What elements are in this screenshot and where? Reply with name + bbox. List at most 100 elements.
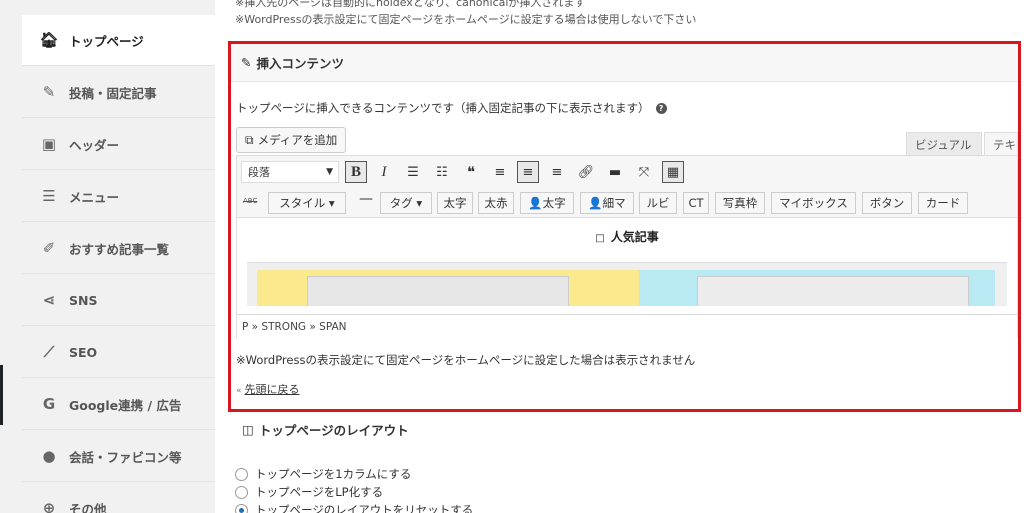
sidebar-item-conversation[interactable]: ● 会話・ファビコン等 <box>22 431 215 482</box>
editor-toolbar-primary: 段落 ▼ B I ☰ ☷ ❝ ≡ ≡ ≡ 🔗︎ ▬ ⤧ ▦ <box>237 156 1017 188</box>
insert-content-title: 挿入コンテンツ <box>256 56 344 71</box>
editor-toolbar-secondary: ABC スタイル ▾ — タグ ▾ 太字 太赤 👤太字 👤細マ ルビ CT 写真… <box>237 188 1017 218</box>
ct-button[interactable]: CT <box>683 192 709 214</box>
option-label: トップページをLP化する <box>255 485 384 499</box>
sidebar-item-top-page[interactable]: 🏠︎ トップページ <box>22 15 215 66</box>
element-path-bar: P » STRONG » SPAN <box>237 314 1017 338</box>
google-icon: G <box>42 395 56 413</box>
homepage-display-note: ※WordPressの表示設定にて固定ページをホームページに設定した場合は表示さ… <box>236 353 696 367</box>
tab-text[interactable]: テキスト <box>984 132 1018 156</box>
horizontal-rule-button[interactable]: — <box>359 191 373 207</box>
content-thumbnail-left-screen <box>307 276 569 306</box>
chart-line-icon: ⟋ <box>43 343 55 361</box>
edit-icon: ✎ <box>42 83 56 101</box>
edit-square-icon: ✐ <box>42 239 56 257</box>
settings-sidebar: 🏠︎ トップページ ✎ 投稿・固定記事 ▣ ヘッダー ☰ メニュー ✐ おすすめ… <box>22 0 215 513</box>
option-one-column[interactable]: トップページを1カラムにする <box>235 466 411 482</box>
tag-dropdown[interactable]: タグ ▾ <box>380 192 432 214</box>
rich-text-editor: 段落 ▼ B I ☰ ☷ ❝ ≡ ≡ ≡ 🔗︎ ▬ ⤧ ▦ ABC スタイル ▾… <box>236 155 1018 338</box>
toolbar-toggle-button[interactable]: ▦ <box>662 161 684 183</box>
insert-content-description: トップページに挿入できるコンテンツです（挿入固定記事の下に表示されます）? <box>236 100 667 116</box>
share-icon: ⋖ <box>42 291 56 309</box>
help-icon[interactable]: ? <box>655 103 667 114</box>
button-button[interactable]: ボタン <box>862 192 912 214</box>
italic-button[interactable]: I <box>373 161 395 183</box>
double-chevron-up-icon: « <box>236 386 242 396</box>
sidebar-item-posts[interactable]: ✎ 投稿・固定記事 <box>22 67 215 118</box>
back-to-top-link-wrap: «先頭に戻る <box>236 381 300 397</box>
sidebar-item-label: おすすめ記事一覧 <box>69 241 170 257</box>
image-icon: ▣ <box>41 135 57 153</box>
fullscreen-button[interactable]: ⤧ <box>633 161 655 183</box>
my-box-button[interactable]: マイボックス <box>771 192 856 214</box>
option-label: トップページを1カラムにする <box>255 467 412 481</box>
sidebar-item-other[interactable]: ⊕ その他 <box>22 483 215 513</box>
sidebar-item-label: 投稿・固定記事 <box>69 85 157 101</box>
speech-bold-button[interactable]: 👤太字 <box>520 192 574 214</box>
sidebar-item-google[interactable]: G Google連携 / 広告 <box>22 379 215 430</box>
option-lp[interactable]: トップページをLP化する <box>235 484 383 500</box>
bold-red-button[interactable]: 太赤 <box>478 192 514 214</box>
window-edge <box>0 365 3 425</box>
align-center-button[interactable]: ≡ <box>517 161 539 183</box>
description-text: トップページに挿入できるコンテンツです（挿入固定記事の下に表示されます） <box>236 101 650 115</box>
content-heading: □ 人気記事 <box>237 228 1017 245</box>
option-label: トップページのレイアウトをリセットする <box>255 503 474 513</box>
sidebar-item-label: SEO <box>69 344 98 360</box>
left-strip <box>0 0 22 513</box>
sidebar-item-header[interactable]: ▣ ヘッダー <box>22 119 215 170</box>
sidebar-item-sns[interactable]: ⋖ SNS <box>22 275 215 326</box>
back-to-top-link[interactable]: 先頭に戻る <box>245 383 300 396</box>
sidebar-item-label: Google連携 / 広告 <box>69 397 182 413</box>
format-select[interactable]: 段落 ▼ <box>241 161 339 183</box>
align-left-button[interactable]: ≡ <box>489 161 511 183</box>
media-icon: ⧉ <box>245 132 254 147</box>
align-right-button[interactable]: ≡ <box>546 161 568 183</box>
columns-icon: ◫ <box>242 422 254 437</box>
radio-lp[interactable] <box>235 485 248 499</box>
content-thumbnail-right-screen <box>697 276 969 306</box>
sidebar-item-label: SNS <box>69 292 98 308</box>
sidebar-item-label: メニュー <box>69 189 120 205</box>
comment-icon: ● <box>42 447 56 465</box>
strikethrough-icon[interactable]: ABC <box>243 197 257 205</box>
editor-content-area[interactable]: □ 人気記事 <box>237 218 1017 306</box>
insert-content-header: ✎ 挿入コンテンツ <box>231 44 1018 82</box>
style-dropdown[interactable]: スタイル ▾ <box>268 192 346 214</box>
blockquote-button[interactable]: ❝ <box>460 161 482 183</box>
notice-homepage: ※WordPressの表示設定にて固定ページをホームページに設定する場合は使用し… <box>235 13 697 26</box>
option-reset-layout[interactable]: トップページのレイアウトをリセットする <box>235 502 473 513</box>
bold-tag-button[interactable]: 太字 <box>437 192 473 214</box>
layout-section-title: トップページのレイアウト <box>258 423 409 438</box>
card-button[interactable]: カード <box>918 192 968 214</box>
sidebar-item-menu[interactable]: ☰ メニュー <box>22 171 215 222</box>
add-media-button[interactable]: ⧉ メディアを追加 <box>236 127 347 153</box>
sidebar-item-label: ヘッダー <box>69 137 120 153</box>
menu-icon: ☰ <box>42 187 56 205</box>
add-media-label: メディアを追加 <box>257 133 338 147</box>
photo-frame-button[interactable]: 写真枠 <box>715 192 765 214</box>
sidebar-item-label: 会話・ファビコン等 <box>69 449 182 465</box>
content-heading-text: 人気記事 <box>610 230 659 244</box>
chevron-down-icon: ▼ <box>326 167 333 177</box>
bullet-list-button[interactable]: ☰ <box>402 161 424 183</box>
ruby-button[interactable]: ルビ <box>639 192 677 214</box>
radio-reset-layout[interactable] <box>235 503 248 513</box>
speech-thin-button[interactable]: 👤細マ <box>580 192 634 214</box>
heading-marker: □ <box>595 233 605 244</box>
format-select-value: 段落 <box>248 166 270 179</box>
read-more-button[interactable]: ▬ <box>604 161 626 183</box>
bold-button[interactable]: B <box>345 161 367 183</box>
numbered-list-button[interactable]: ☷ <box>431 161 453 183</box>
settings-main: ※挿入先のページは自動的にnoidexとなり、canonicalが挿入されます … <box>215 0 1024 513</box>
sidebar-item-recommended[interactable]: ✐ おすすめ記事一覧 <box>22 223 215 274</box>
layout-section-header: ◫ トップページのレイアウト <box>232 412 1020 447</box>
sidebar-item-seo[interactable]: ⟋ SEO <box>22 327 215 378</box>
sidebar-item-label: その他 <box>69 501 107 513</box>
sidebar-item-label: トップページ <box>69 33 144 49</box>
insert-content-box: ✎ 挿入コンテンツ トップページに挿入できるコンテンツです（挿入固定記事の下に表… <box>228 41 1021 412</box>
edit-icon: ✎ <box>241 55 252 70</box>
link-button[interactable]: 🔗︎ <box>575 161 597 183</box>
radio-one-column[interactable] <box>235 467 248 481</box>
tab-visual[interactable]: ビジュアル <box>906 132 982 156</box>
